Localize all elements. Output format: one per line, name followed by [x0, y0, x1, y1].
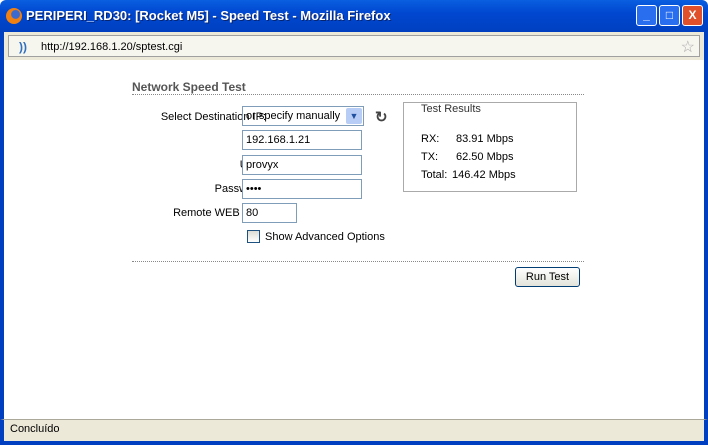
rx-value: 83.91 Mbps — [456, 133, 514, 145]
title-bar: PERIPERI_RD30: [Rocket M5] - Speed Test … — [0, 0, 708, 32]
refresh-icon[interactable]: ↻ — [375, 108, 388, 126]
url-field[interactable]: )) http://192.168.1.20/sptest.cgi ☆ — [8, 35, 700, 57]
password-input[interactable]: •••• — [242, 179, 362, 199]
rx-label: RX: — [421, 133, 440, 145]
dest-ip-select[interactable]: or specify manually ▼ — [242, 106, 364, 126]
tx-label: TX: — [421, 151, 439, 163]
close-button[interactable]: X — [682, 5, 703, 26]
advanced-options-checkbox[interactable] — [247, 230, 260, 243]
bookmark-star-icon[interactable]: ☆ — [681, 37, 695, 57]
address-bar: )) http://192.168.1.20/sptest.cgi ☆ — [0, 32, 708, 60]
total-label: Total: — [421, 169, 448, 181]
window-title: PERIPERI_RD30: [Rocket M5] - Speed Test … — [26, 8, 391, 23]
maximize-button[interactable]: □ — [659, 5, 680, 26]
divider — [132, 261, 584, 262]
rss-icon: )) — [19, 40, 27, 54]
total-value: 146.42 Mbps — [452, 169, 516, 181]
chevron-down-icon[interactable]: ▼ — [346, 108, 362, 124]
firefox-icon — [6, 8, 22, 24]
advanced-options-label[interactable]: Show Advanced Options — [265, 231, 385, 243]
status-bar: Concluído — [0, 419, 708, 445]
page-content: Network Speed Test Select Destination IP… — [0, 60, 708, 419]
minimize-button[interactable]: _ — [636, 5, 657, 26]
url-text: http://192.168.1.20/sptest.cgi — [41, 41, 183, 53]
test-results-legend: Test Results — [418, 103, 484, 115]
port-input[interactable]: 80 — [242, 203, 297, 223]
ip-input[interactable]: 192.168.1.21 — [242, 130, 362, 150]
run-test-button[interactable]: Run Test — [515, 267, 580, 287]
user-input[interactable]: provyx — [242, 155, 362, 175]
dest-ip-selected: or specify manually — [246, 110, 341, 122]
divider — [132, 94, 584, 95]
tx-value: 62.50 Mbps — [456, 151, 514, 163]
page-title: Network Speed Test — [132, 80, 246, 94]
